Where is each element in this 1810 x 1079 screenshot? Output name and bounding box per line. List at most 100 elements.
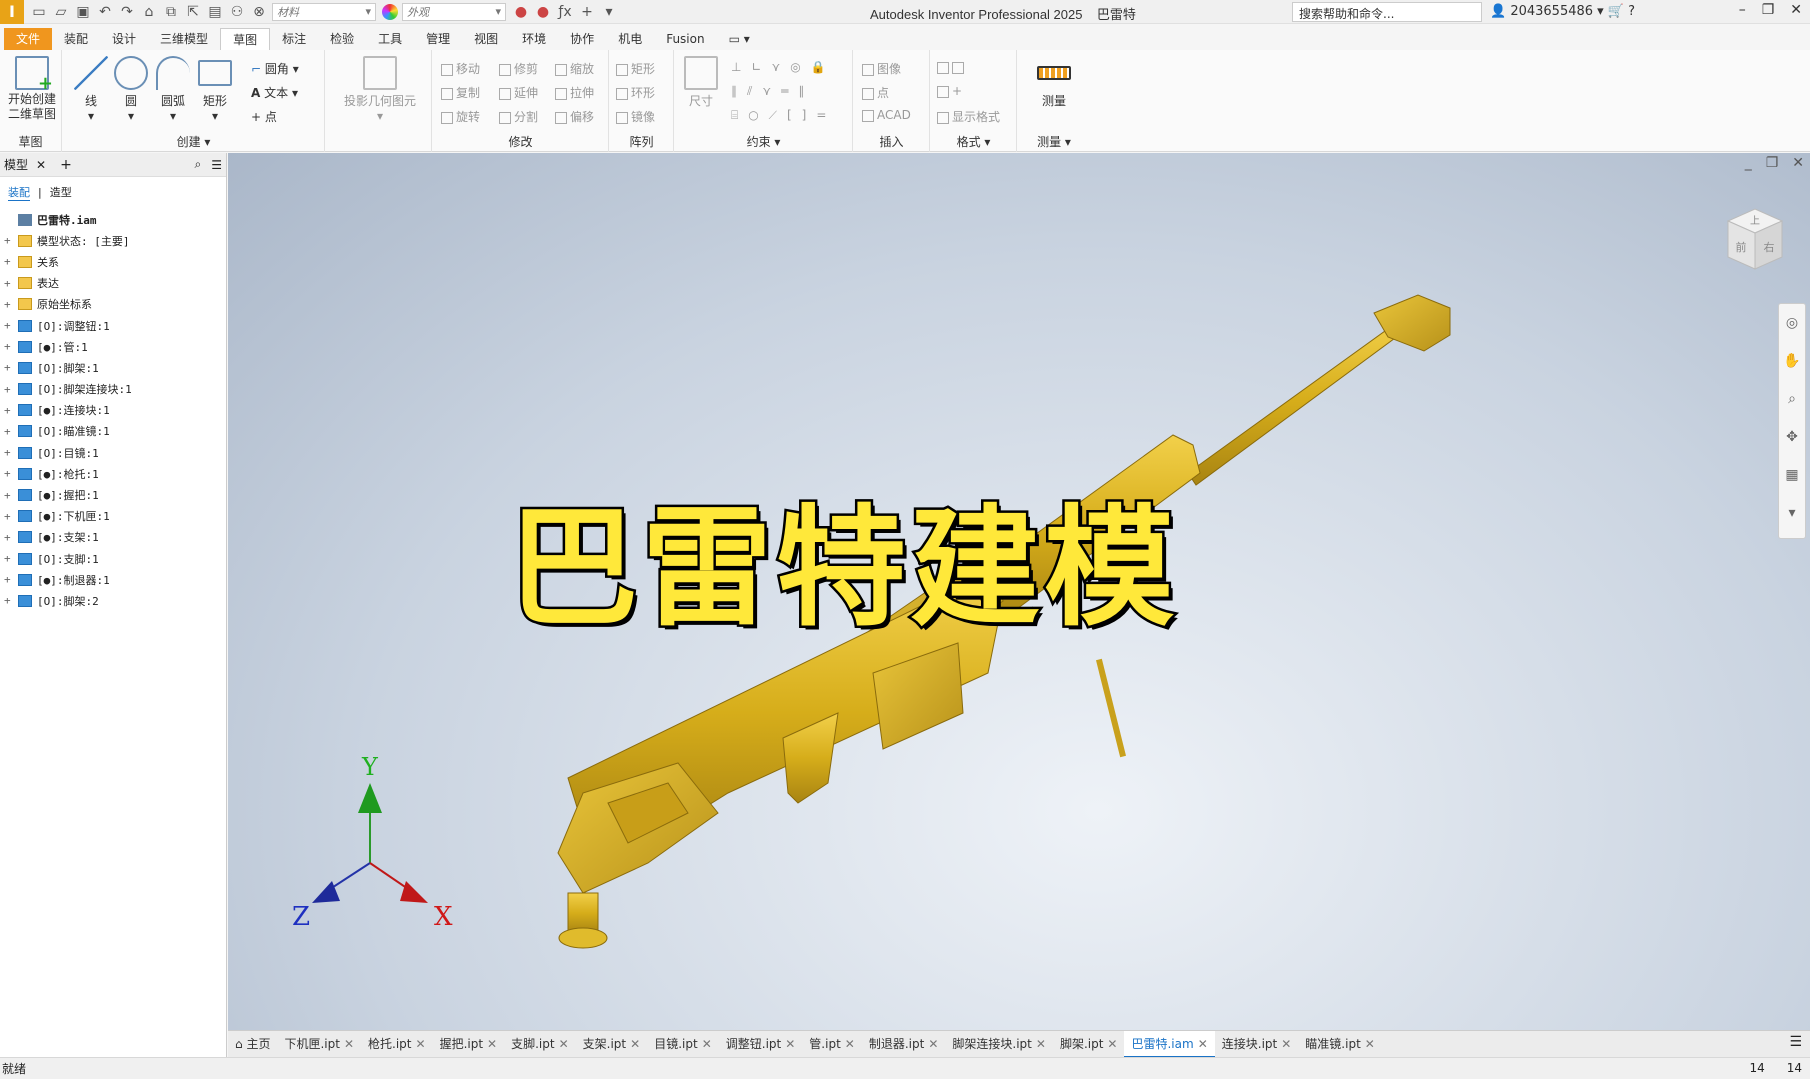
tree-item[interactable]: + [●]:连接块:1 — [0, 400, 226, 421]
appearance-dropdown[interactable]: 外观 ▾ — [402, 2, 506, 21]
expand-icon[interactable]: + — [4, 573, 14, 586]
expand-icon[interactable]: + — [4, 510, 14, 523]
fx-icon[interactable]: ƒx — [556, 4, 574, 20]
help-search-input[interactable]: 搜索帮助和命令... — [1292, 2, 1482, 22]
cart-icon[interactable]: 🛒 — [1608, 4, 1624, 19]
barrel[interactable] — [1187, 317, 1411, 486]
close-icon[interactable]: ✕ — [1790, 2, 1802, 18]
arc-button[interactable]: 圆弧 ▾ — [149, 56, 197, 123]
open-icon[interactable]: ▱ — [52, 4, 70, 20]
close-icon[interactable]: ✕ — [1198, 1037, 1208, 1051]
graphics-viewport[interactable]: _ ❐ ✕ 上 前 右 ◎ ✋ ⌕ ✥ ▦ ▾ Y Z X 巴雷特建模 — [228, 153, 1810, 1030]
trim-button[interactable]: 修剪 — [499, 60, 538, 77]
document-tab[interactable]: 枪托.ipt ✕ — [361, 1031, 433, 1058]
document-tab[interactable]: ⌂ 主页 — [228, 1031, 277, 1058]
minimize-icon[interactable]: – — [1739, 2, 1746, 18]
subtab-modeling[interactable]: 造型 — [50, 184, 72, 200]
tree-item[interactable]: + 模型状态: [主要] — [0, 230, 226, 251]
group-label-create[interactable]: 创建 ▾ — [63, 133, 324, 150]
center-point-button[interactable]: + — [937, 84, 962, 98]
tree-item[interactable]: + [O]:瞄准镜:1 — [0, 421, 226, 442]
close-icon[interactable]: ✕ — [702, 1037, 712, 1051]
expand-icon[interactable]: + — [4, 446, 14, 459]
close-icon[interactable]: ✕ — [845, 1037, 855, 1051]
subtab-assembly[interactable]: 装配 — [8, 184, 30, 201]
expand-icon[interactable]: + — [4, 425, 14, 438]
tab-assemble[interactable]: 装配 — [52, 28, 100, 50]
close-icon[interactable]: ✕ — [785, 1037, 795, 1051]
tree-item[interactable]: + 原始坐标系 — [0, 294, 226, 315]
tab-fusion[interactable]: Fusion — [654, 28, 716, 50]
tab-collaborate[interactable]: 协作 — [558, 28, 606, 50]
expand-icon[interactable]: + — [4, 234, 14, 247]
tree-item[interactable]: + [●]:下机匣:1 — [0, 506, 226, 527]
points-button[interactable]: 点 — [862, 84, 889, 101]
help-icon[interactable]: ? — [1628, 4, 1635, 19]
close-icon[interactable]: ✕ — [416, 1037, 426, 1051]
select-icon[interactable]: ⇱ — [184, 4, 202, 20]
expand-icon[interactable]: + — [4, 404, 14, 417]
constraint-row-2[interactable]: ∥⫽⋎═∥ — [731, 84, 814, 99]
close-icon[interactable]: ✕ — [1281, 1037, 1291, 1051]
new-icon[interactable]: ▭ — [30, 4, 48, 20]
start-2d-sketch-button[interactable]: + 开始创建 二维草图 — [6, 56, 58, 122]
rotate-button[interactable]: 旋转 — [441, 108, 480, 125]
bipod-leg[interactable] — [1095, 658, 1127, 758]
construction-button[interactable] — [937, 60, 967, 74]
material-dropdown[interactable]: 材料 ▾ — [272, 2, 376, 21]
dimension-button[interactable]: 尺寸 — [677, 56, 725, 109]
extend-button[interactable]: 延伸 — [499, 84, 538, 101]
tree-item[interactable]: + [O]:脚架:2 — [0, 590, 226, 611]
document-tab[interactable]: 连接块.ipt ✕ — [1215, 1031, 1299, 1058]
copy-button[interactable]: 复制 — [441, 84, 480, 101]
save-icon[interactable]: ▣ — [74, 4, 92, 20]
menu-icon[interactable]: ☰ — [211, 158, 222, 172]
tree-item[interactable]: + [O]:脚架连接块:1 — [0, 379, 226, 400]
adjust-icon[interactable]: ● — [512, 4, 530, 20]
constraint-row-1[interactable]: ⊥∟⋎◎🔒 — [731, 60, 836, 74]
expand-icon[interactable]: + — [4, 552, 14, 565]
tab-3d-model[interactable]: 三维模型 — [148, 28, 220, 50]
tab-inspect[interactable]: 检验 — [318, 28, 366, 50]
document-tab[interactable]: 握把.ipt ✕ — [433, 1031, 505, 1058]
add-tab-icon[interactable]: + — [60, 157, 72, 173]
tab-view[interactable]: 视图 — [462, 28, 510, 50]
browser-tab-label[interactable]: 模型 — [4, 156, 28, 173]
document-tab[interactable]: 制退器.ipt ✕ — [862, 1031, 946, 1058]
circ-pattern-button[interactable]: 环形 — [616, 84, 655, 101]
tree-item[interactable]: + 表达 — [0, 273, 226, 294]
tree-root[interactable]: 巴雷特.iam — [0, 209, 226, 230]
expand-icon[interactable]: + — [4, 594, 14, 607]
document-tab[interactable]: 目镜.ipt ✕ — [647, 1031, 719, 1058]
split-button[interactable]: 分割 — [499, 108, 538, 125]
tab-file[interactable]: 文件 — [4, 28, 53, 50]
rectangle-button[interactable]: 矩形 ▾ — [191, 56, 239, 123]
close-icon[interactable]: ✕ — [344, 1037, 354, 1051]
user-account[interactable]: 👤 2043655486 ▾ 🛒 ? — [1490, 4, 1635, 19]
document-tab[interactable]: 支脚.ipt ✕ — [504, 1031, 576, 1058]
tab-environments[interactable]: 环境 — [510, 28, 558, 50]
rect-pattern-button[interactable]: 矩形 — [616, 60, 655, 77]
tree-item[interactable]: + [O]:脚架:1 — [0, 357, 226, 378]
measure-button[interactable]: 测量 — [1030, 56, 1078, 109]
tree-item[interactable]: + [●]:握把:1 — [0, 484, 226, 505]
expand-icon[interactable]: + — [4, 255, 14, 268]
home-icon[interactable]: ⌂ — [140, 4, 158, 20]
clear-icon[interactable]: ● — [534, 4, 552, 20]
move-button[interactable]: 移动 — [441, 60, 480, 77]
text-button[interactable]: A 文本 ▾ — [251, 84, 298, 101]
app-logo[interactable]: I — [0, 0, 24, 24]
close-icon[interactable]: ✕ — [630, 1037, 640, 1051]
project-geometry-button[interactable]: 投影几何图元 ▾ — [340, 56, 420, 123]
offset-button[interactable]: 偏移 — [555, 108, 594, 125]
update-icon[interactable]: ⧉ — [162, 4, 180, 20]
stretch-button[interactable]: 拉伸 — [555, 84, 594, 101]
expand-icon[interactable]: + — [4, 277, 14, 290]
search-icon[interactable]: ⌕ — [195, 157, 202, 172]
image-button[interactable]: 图像 — [862, 60, 901, 77]
tab-annotate[interactable]: 标注 — [270, 28, 318, 50]
group-label-measure[interactable]: 测量 ▾ — [1018, 133, 1090, 150]
tab-design[interactable]: 设计 — [100, 28, 148, 50]
document-tab[interactable]: 管.ipt ✕ — [802, 1031, 862, 1058]
redo-icon[interactable]: ↷ — [118, 4, 136, 20]
